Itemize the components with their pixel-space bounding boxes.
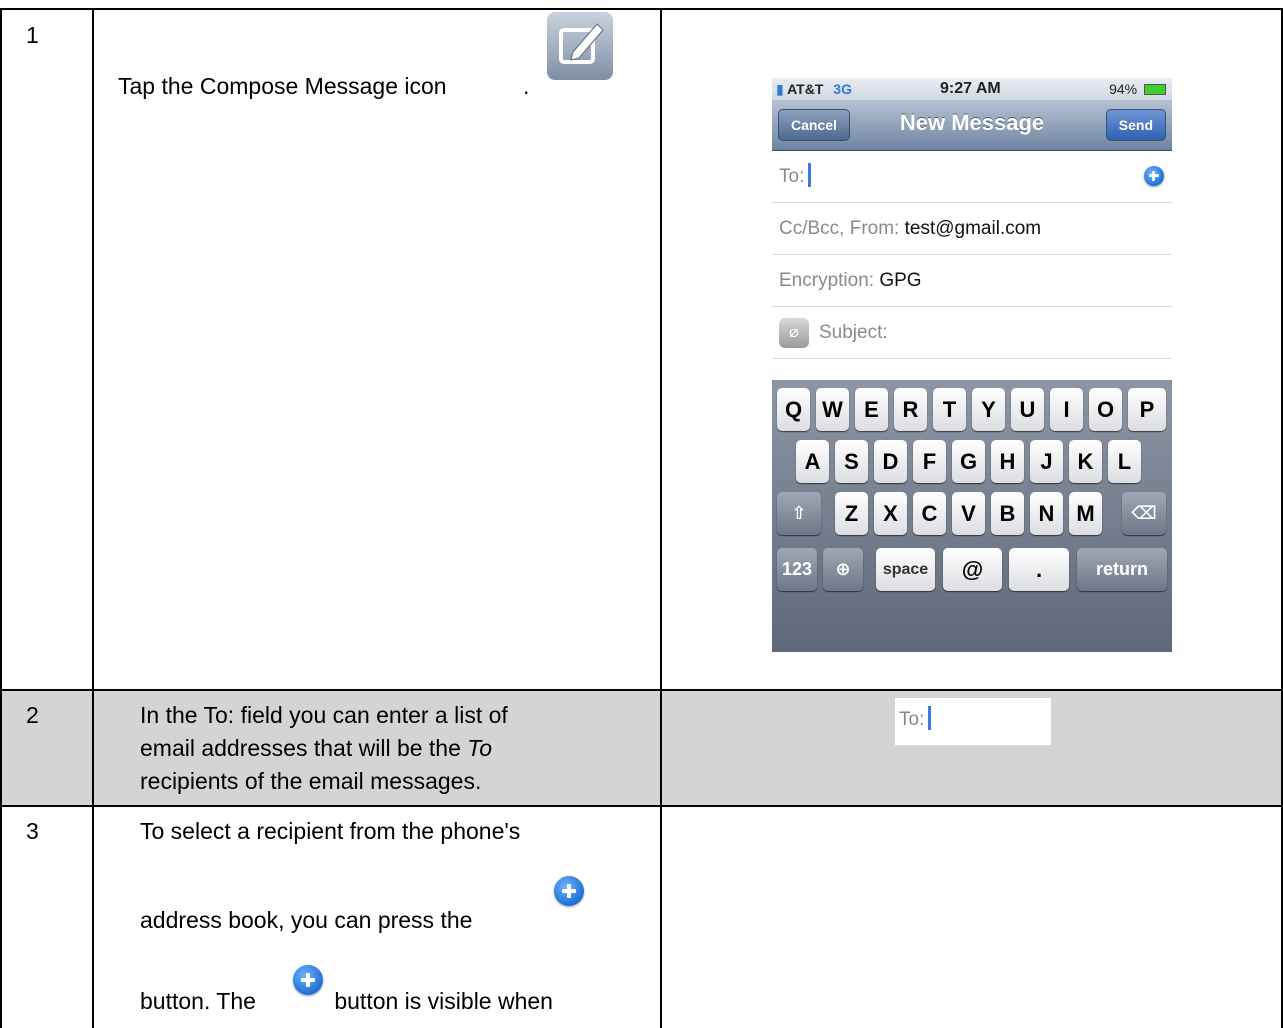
shift-key[interactable]: ⇧	[777, 492, 821, 535]
key-b[interactable]: B	[991, 492, 1024, 535]
to-field-snippet: To:	[895, 698, 1051, 746]
carrier-label: ▮ AT&T 3G	[776, 81, 852, 98]
return-key[interactable]: return	[1077, 548, 1167, 591]
step-text-suffix: .	[522, 73, 530, 99]
from-address: test@gmail.com	[904, 218, 1042, 239]
instruction-table: 1 Tap the Compose Message icon . ▮ AT&T …	[0, 0, 1283, 1028]
step-text-italic: To	[467, 735, 493, 761]
encryption-field[interactable]: Encryption: GPG	[772, 255, 1172, 307]
ccbcc-label: Cc/Bcc, From:	[779, 218, 900, 239]
key-r[interactable]: R	[894, 388, 927, 431]
step-number: 1	[26, 22, 39, 48]
column-divider-1	[92, 8, 94, 1028]
to-field[interactable]: To:	[772, 151, 1172, 203]
key-a[interactable]: A	[796, 440, 829, 483]
step-line: address book, you can press the	[140, 907, 473, 933]
column-divider-2	[660, 8, 662, 1028]
onscreen-keyboard: Q W E R T Y U I O P A S D F G H J K L ⇧ …	[772, 380, 1172, 652]
globe-key[interactable]: ⊕	[823, 548, 863, 591]
key-s[interactable]: S	[835, 440, 868, 483]
battery-percent: 94%	[1109, 81, 1138, 97]
key-v[interactable]: V	[952, 492, 985, 535]
key-m[interactable]: M	[1069, 492, 1102, 535]
status-bar: ▮ AT&T 3G 9:27 AM 94%	[772, 78, 1172, 100]
subject-field[interactable]: ⌀ Subject:	[772, 307, 1172, 359]
battery-icon	[1144, 84, 1166, 95]
backspace-key[interactable]: ⌫	[1122, 492, 1166, 535]
step-number: 3	[26, 818, 39, 844]
ccbcc-field[interactable]: Cc/Bcc, From: test@gmail.com	[772, 203, 1172, 255]
encryption-value: GPG	[879, 270, 922, 291]
key-q[interactable]: Q	[777, 388, 810, 431]
key-w[interactable]: W	[816, 388, 849, 431]
key-l[interactable]: L	[1108, 440, 1141, 483]
signal-icon: ▮	[776, 81, 784, 97]
encryption-label: Encryption:	[779, 270, 875, 291]
key-e[interactable]: E	[855, 388, 888, 431]
subject-label: Subject:	[819, 322, 888, 343]
key-u[interactable]: U	[1011, 388, 1044, 431]
table-border-left	[0, 8, 2, 1028]
key-j[interactable]: J	[1030, 440, 1063, 483]
step-description: Tap the Compose Message icon .	[118, 70, 529, 103]
key-y[interactable]: Y	[972, 388, 1005, 431]
nav-bar: Cancel New Message Send	[772, 100, 1172, 151]
to-label: To:	[899, 709, 925, 730]
battery-status: 94%	[1109, 81, 1166, 97]
numbers-key[interactable]: 123	[777, 548, 817, 591]
key-t[interactable]: T	[933, 388, 966, 431]
step-number: 2	[26, 702, 39, 728]
text-caret	[928, 706, 932, 730]
compose-icon	[547, 12, 613, 80]
step-description: In the To: field you can enter a list of…	[140, 699, 508, 798]
step-line: In the To: field you can enter a list of	[140, 702, 508, 728]
network-type: 3G	[833, 81, 852, 97]
carrier-name: AT&T	[787, 81, 824, 97]
step-line: button. The button is visible when	[140, 988, 553, 1015]
backspace-icon: ⌫	[1131, 503, 1157, 523]
table-border-top	[0, 8, 1283, 10]
step-line: To select a recipient from the phone's	[140, 818, 521, 844]
space-key[interactable]: space	[876, 548, 935, 591]
step-text: email addresses that will be the	[140, 735, 468, 761]
step-line: email addresses that will be the To	[140, 732, 508, 765]
to-label: To:	[779, 166, 805, 187]
key-p[interactable]: P	[1128, 388, 1166, 431]
dot-key[interactable]: .	[1009, 548, 1069, 591]
step-text: button is visible when	[334, 988, 553, 1014]
add-contact-icon	[554, 876, 584, 906]
step-text: Tap the Compose Message icon	[118, 73, 447, 99]
phone-screenshot: ▮ AT&T 3G 9:27 AM 94% Cancel New Message…	[772, 78, 1172, 652]
key-i[interactable]: I	[1050, 388, 1083, 431]
step-text: button. The	[140, 988, 256, 1014]
key-k[interactable]: K	[1069, 440, 1102, 483]
add-contact-icon	[293, 965, 323, 995]
key-c[interactable]: C	[913, 492, 946, 535]
add-contact-icon[interactable]	[1144, 166, 1164, 186]
attachment-clip-icon[interactable]: ⌀	[779, 317, 809, 348]
key-n[interactable]: N	[1030, 492, 1063, 535]
shift-arrow-icon: ⇧	[791, 503, 807, 523]
key-g[interactable]: G	[952, 440, 985, 483]
globe-icon: ⊕	[835, 559, 851, 579]
key-o[interactable]: O	[1089, 388, 1122, 431]
key-f[interactable]: F	[913, 440, 946, 483]
status-time: 9:27 AM	[940, 80, 1001, 97]
send-button[interactable]: Send	[1105, 109, 1166, 141]
text-caret	[808, 163, 812, 187]
key-d[interactable]: D	[874, 440, 907, 483]
step-line: recipients of the email messages.	[140, 768, 482, 794]
row-divider-1	[0, 689, 1283, 691]
key-x[interactable]: X	[874, 492, 907, 535]
key-z[interactable]: Z	[835, 492, 868, 535]
key-h[interactable]: H	[991, 440, 1024, 483]
row-divider-2	[0, 805, 1283, 807]
at-key[interactable]: @	[943, 548, 1002, 591]
